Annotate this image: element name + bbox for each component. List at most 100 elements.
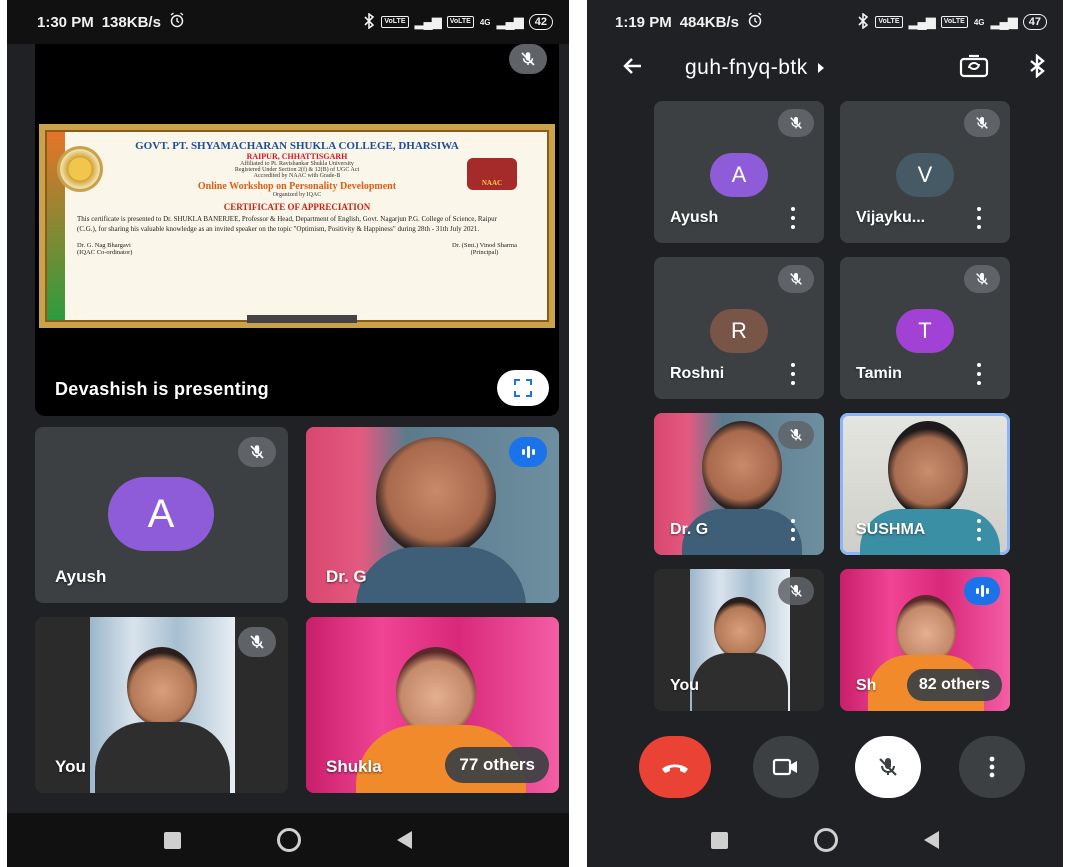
certificate-slide: NAAC GOVT. PT. SHYAMACHARAN SHUKLA COLLE… [39, 124, 555, 328]
alarm-icon [169, 12, 185, 32]
signature-left-name: Dr. G. Nag Bhargavi [77, 242, 131, 249]
more-vert-icon[interactable] [976, 207, 982, 229]
volte-badge: VoLTE [381, 16, 409, 28]
meeting-details-chevron-icon[interactable] [817, 63, 824, 73]
status-time: 1:19 PM [615, 13, 672, 31]
mic-toggle-button[interactable] [855, 736, 921, 798]
participant-tile-you[interactable]: You [35, 617, 288, 793]
more-vert-icon[interactable] [976, 363, 982, 385]
fullscreen-button[interactable] [497, 370, 549, 406]
more-options-button[interactable] [959, 736, 1025, 798]
android-nav-bar [7, 813, 569, 867]
participant-tile-shukla[interactable]: Sh 82 others [840, 569, 1010, 711]
more-vert-icon[interactable] [790, 207, 796, 229]
network-type: 4G [479, 17, 491, 27]
certificate-organizer: Organized by IQAC [272, 192, 322, 198]
person-face [376, 437, 496, 557]
college-logo-icon [57, 146, 103, 192]
mic-off-icon [964, 109, 1000, 137]
participant-name: You [670, 677, 700, 694]
participant-name: Tamin [856, 365, 902, 382]
avatar: R [710, 309, 768, 353]
participant-tile-dr-g[interactable]: Dr. G [306, 427, 559, 603]
nav-home-icon[interactable] [277, 828, 301, 852]
participant-tile-ayush[interactable]: A Ayush [35, 427, 288, 603]
audio-level-icon [509, 437, 547, 467]
presentation-tile[interactable]: NAAC GOVT. PT. SHYAMACHARAN SHUKLA COLLE… [35, 44, 559, 416]
bluetooth-status-icon [857, 11, 869, 32]
camera-flip-icon[interactable] [959, 54, 989, 83]
certificate-content: NAAC GOVT. PT. SHYAMACHARAN SHUKLA COLLE… [45, 130, 549, 323]
person-face [127, 647, 197, 727]
signal-icon: ▂▄▆ [908, 14, 936, 29]
mic-off-icon [238, 627, 276, 657]
mic-off-icon [879, 758, 897, 776]
mic-off-icon [778, 421, 814, 449]
participant-tile-ayush[interactable]: A Ayush [654, 101, 824, 243]
others-count-button[interactable]: 82 others [906, 669, 1002, 701]
fullscreen-icon [514, 379, 532, 397]
naac-badge-icon: NAAC [467, 158, 517, 190]
participant-name: Dr. G [326, 567, 367, 586]
signal-icon: ▂▄▆ [414, 14, 442, 29]
signature-right-role: (Principal) [470, 249, 499, 256]
participant-name: Shukla [326, 757, 382, 776]
more-vert-icon[interactable] [790, 363, 796, 385]
participant-tile-roshni[interactable]: R Roshni [654, 257, 824, 399]
mic-off-icon [509, 44, 547, 74]
presenting-label: Devashish is presenting [55, 379, 269, 399]
certificate-heading: CERTIFICATE OF APPRECIATION [223, 202, 371, 212]
person-face [396, 647, 476, 737]
network-type: 4G [973, 17, 985, 27]
volte-badge-2: VoLTE [940, 16, 968, 28]
signature-left-role: (IQAC Co-ordinator) [77, 249, 133, 256]
participant-tile-shukla[interactable]: Shukla 77 others [306, 617, 559, 793]
volte-badge-2: VoLTE [446, 16, 474, 28]
meeting-top-bar: guh-fnyq-btk [587, 44, 1063, 92]
more-vert-icon [989, 756, 995, 778]
android-nav-bar [587, 813, 1063, 867]
signal-icon-2: ▂▄▆ [496, 14, 524, 29]
person-face [888, 421, 968, 517]
mic-off-icon [238, 437, 276, 467]
avatar: A [710, 153, 768, 197]
certificate-place: RAIPUR, CHHATTISGARH [246, 152, 348, 161]
mic-off-icon [778, 109, 814, 137]
participant-name: Roshni [670, 365, 725, 382]
call-controls [587, 736, 1063, 798]
participant-name: SUSHMA [856, 521, 926, 538]
nav-recents-icon[interactable] [164, 831, 181, 849]
video-toggle-button[interactable] [753, 736, 819, 798]
back-arrow-icon[interactable] [621, 54, 645, 83]
more-vert-icon[interactable] [790, 519, 796, 541]
nav-home-icon[interactable] [814, 828, 838, 852]
hangup-button[interactable] [639, 736, 711, 798]
signature-right-name: Dr. (Smt.) Vinod Sharma [451, 242, 517, 249]
participant-name: You [55, 757, 86, 776]
participant-name: Dr. G [670, 521, 709, 538]
bluetooth-icon[interactable] [1029, 52, 1045, 83]
nav-recents-icon[interactable] [711, 831, 728, 849]
others-count-button[interactable]: 77 others [445, 747, 549, 783]
nav-back-icon[interactable] [924, 831, 939, 849]
mic-off-icon [964, 265, 1000, 293]
avatar: A [108, 477, 214, 551]
hangup-icon [662, 764, 688, 773]
participant-tile-dr-g[interactable]: Dr. G [654, 413, 824, 555]
participant-tile-tamin[interactable]: T Tamin [840, 257, 1010, 399]
battery-level: 47 [1022, 14, 1047, 30]
bluetooth-status-icon [363, 11, 375, 32]
meeting-code[interactable]: guh-fnyq-btk [685, 56, 808, 80]
signal-icon-2: ▂▄▆ [990, 14, 1018, 29]
participant-tile-sushma[interactable]: SUSHMA [840, 413, 1010, 555]
participant-tile-you[interactable]: You [654, 569, 824, 711]
participant-tile-vijaykumar[interactable]: V Vijayku... [840, 101, 1010, 243]
certificate-body: This certificate is presented to Dr. SHU… [77, 215, 497, 233]
participant-name: Vijayku... [856, 209, 926, 226]
alarm-icon [747, 12, 763, 32]
participant-name: Sh [856, 677, 877, 694]
more-vert-icon[interactable] [976, 519, 982, 541]
status-speed: 484KB/s [679, 13, 739, 31]
nav-back-icon[interactable] [397, 831, 412, 849]
status-bar: 1:30 PM 138KB/s VoLTE ▂▄▆ VoLTE 4G ▂▄▆ 4… [7, 0, 569, 44]
